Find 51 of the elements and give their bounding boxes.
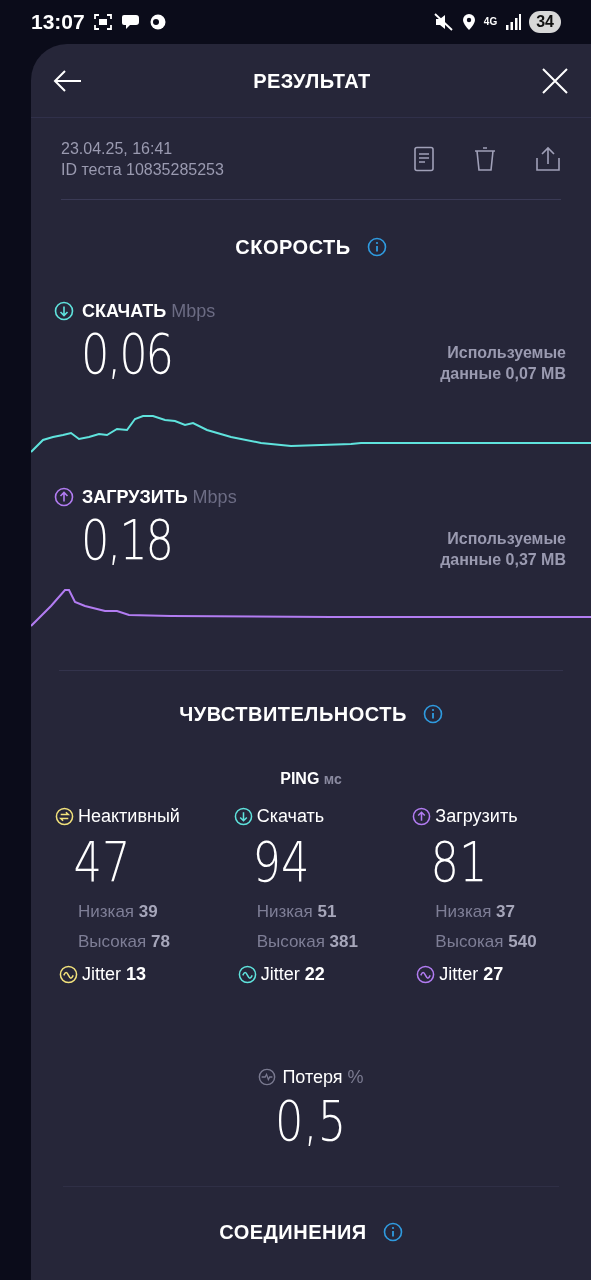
screenshot-icon [92, 13, 113, 31]
jitter-text: Jitter 13 [82, 963, 147, 986]
loss-value: 0,5 [275, 1088, 347, 1154]
speed-value: 0,06 [81, 322, 172, 386]
status-time: 13:07 [31, 9, 85, 36]
info-icon[interactable] [382, 1222, 403, 1242]
ping-type-label: Неактивный [78, 804, 180, 828]
ping-type-label: Скачать [256, 804, 325, 828]
ping-value: 47 [72, 828, 132, 896]
trash-icon[interactable] [473, 145, 497, 172]
share-icon[interactable] [535, 145, 561, 172]
data-used-text: Используемые данные 0,37 MB [439, 529, 566, 570]
speed-label: СКАЧАТЬ Mbps [82, 299, 216, 323]
low-ping-text: Низкая 37 [434, 901, 517, 923]
battery-indicator: 34 [529, 11, 561, 33]
location-icon [461, 13, 476, 31]
high-ping-text: Высокая 78 [77, 931, 171, 953]
screen-title: РЕЗУЛЬТАТ [253, 68, 371, 94]
speed-value: 0,18 [81, 508, 172, 572]
ping-value: 81 [429, 828, 489, 896]
close-icon[interactable] [541, 66, 569, 95]
signal-icon [505, 14, 522, 30]
wave-icon [416, 965, 436, 984]
jitter-text: Jitter 27 [439, 963, 504, 986]
test-id: ID теста 10835285253 [61, 159, 224, 180]
low-ping-text: Низкая 39 [77, 901, 159, 923]
section-title: СКОРОСТЬ [235, 235, 351, 260]
test-date: 23.04.25, 16:41 [61, 138, 174, 159]
data-used-text: Используемые данные 0,07 MB [439, 343, 566, 384]
chat-icon [120, 13, 141, 31]
ping-type-label: Загрузить [435, 804, 518, 828]
document-icon[interactable] [413, 145, 435, 172]
speed-label: ЗАГРУЗИТЬ Mbps [82, 485, 237, 509]
low-ping-text: Низкая 51 [255, 901, 338, 923]
info-icon[interactable] [366, 237, 387, 257]
ping-heading: PING мс [280, 769, 342, 789]
mute-icon [433, 13, 454, 31]
wave-icon [59, 965, 78, 984]
ping-value: 94 [251, 828, 311, 896]
loss-label: Потеря % [282, 1065, 364, 1089]
pulse-icon [258, 1068, 277, 1086]
section-title: СОЕДИНЕНИЯ [219, 1220, 367, 1245]
high-ping-text: Высокая 381 [255, 931, 359, 953]
section-title: ЧУВСТВИТЕЛЬНОСТЬ [179, 702, 407, 727]
jitter-text: Jitter 22 [260, 963, 325, 986]
wave-icon [237, 965, 257, 984]
info-icon[interactable] [422, 704, 443, 724]
app-icon [148, 13, 167, 31]
back-arrow-icon[interactable] [53, 68, 83, 93]
high-ping-text: Высокая 540 [434, 931, 538, 953]
network-type: 4G [483, 17, 498, 27]
